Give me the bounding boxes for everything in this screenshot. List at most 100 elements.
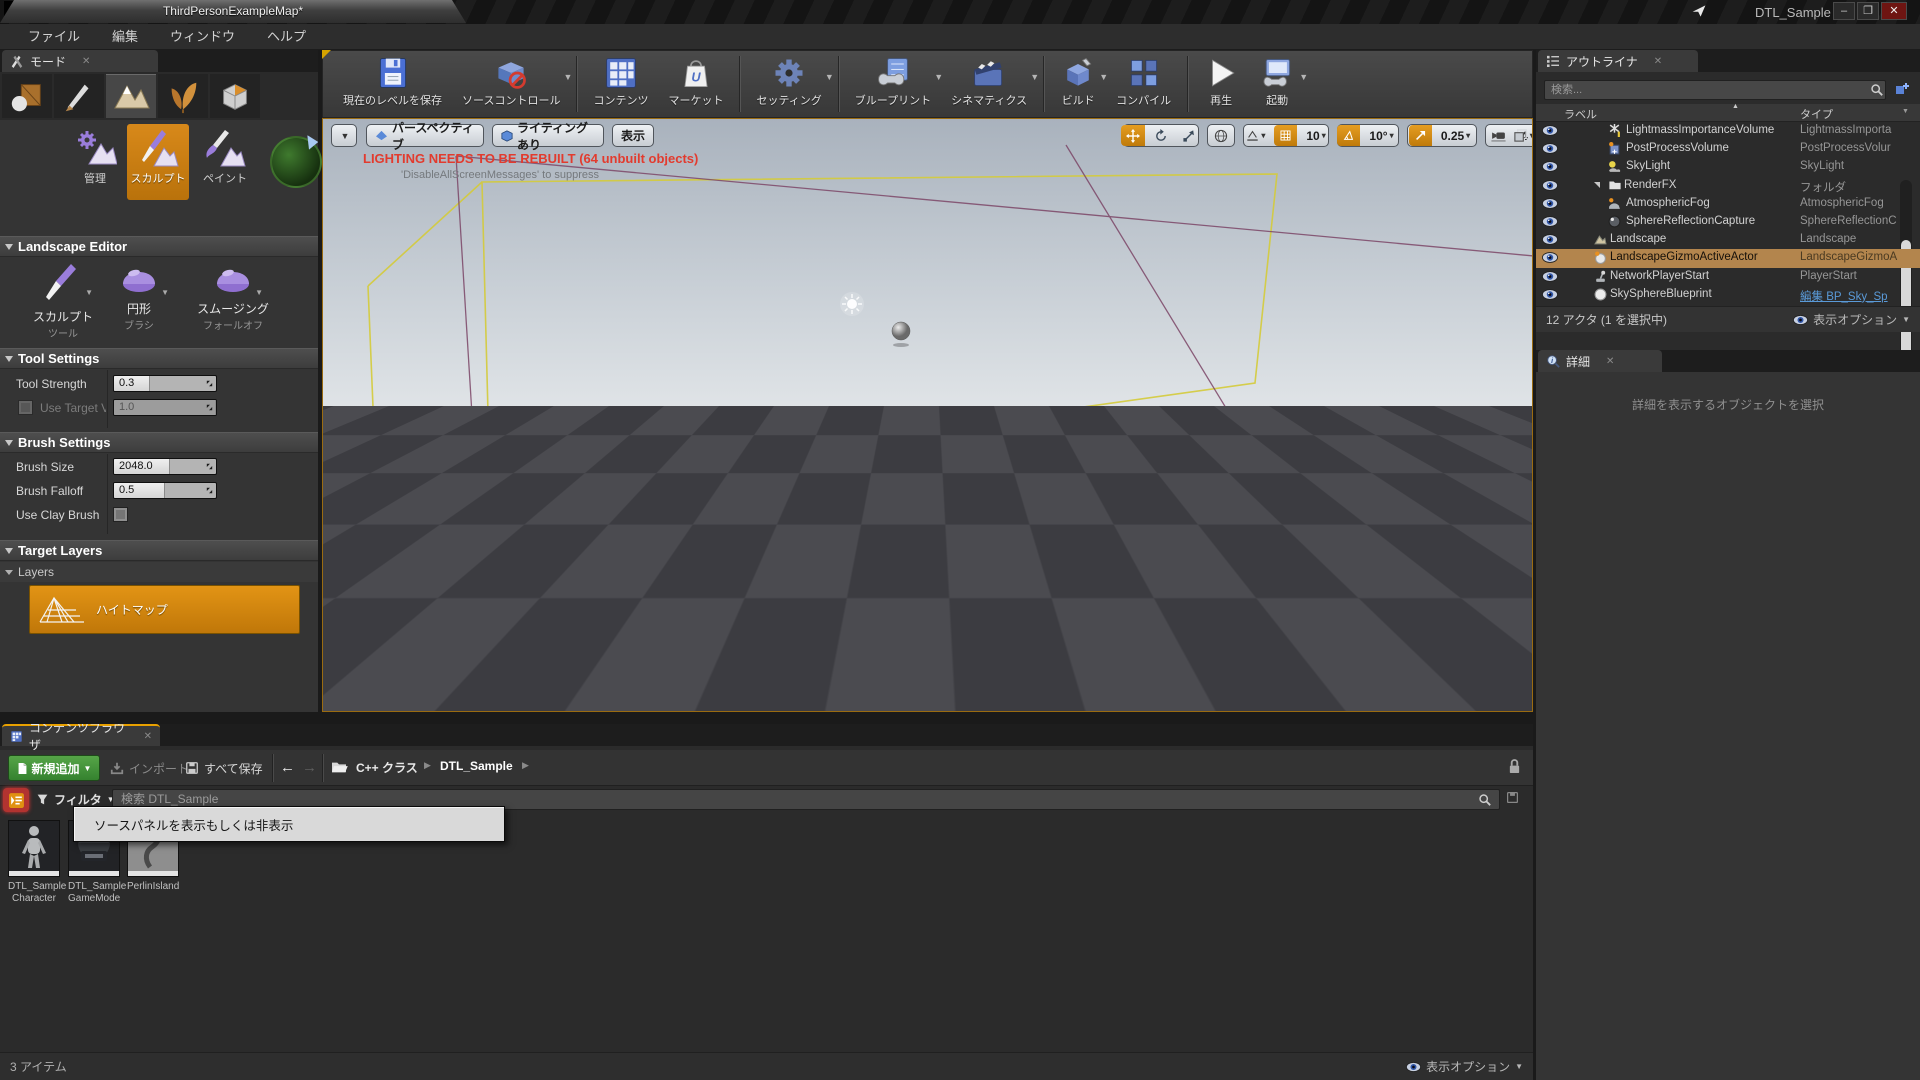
outliner-row-SkyLight[interactable]: SkyLightSkyLight xyxy=(1536,158,1920,176)
save-search-icon[interactable] xyxy=(1506,791,1519,804)
outliner-search-input[interactable]: 検索... xyxy=(1544,80,1886,100)
close-button[interactable]: ✕ xyxy=(1881,2,1907,20)
outliner-row-SkySphereBlueprint[interactable]: SkySphereBlueprint編集 BP_Sky_Sp xyxy=(1536,286,1920,304)
outliner-view-options[interactable]: 表示オプション▼ xyxy=(1793,311,1910,328)
menu-ファイル[interactable]: ファイル xyxy=(12,24,96,49)
viewport[interactable]: Y ? ▼ パースペクティブ ライティングあり 表示 xyxy=(322,118,1533,712)
outliner-header[interactable]: ラベル ▲ タイプ ▼ xyxy=(1536,104,1920,122)
value-slider[interactable]: 0.3 xyxy=(113,375,217,392)
asset-DTL_SampleCharacter[interactable]: DTL_SampleCharacter xyxy=(8,820,60,905)
visibility-eye-icon[interactable] xyxy=(1542,252,1558,263)
toolbar-play-button[interactable]: 再生 xyxy=(1194,54,1248,108)
import-button[interactable]: インポート xyxy=(110,755,189,781)
landscape-tool-falloff[interactable]: ▼スムージングフォールオフ xyxy=(178,262,288,332)
panel-splitter[interactable] xyxy=(1533,50,1536,1080)
checkbox[interactable] xyxy=(18,400,33,415)
scale-snap-value[interactable]: 0.25▾ xyxy=(1436,125,1475,146)
value-slider[interactable]: 2048.0 xyxy=(113,458,217,475)
outliner-row-LightmassImportanceVolume[interactable]: LightmassImportanceVolumeLightmassImport… xyxy=(1536,122,1920,140)
toolbar-blueprints-button[interactable]: ▼ブループリント xyxy=(845,54,941,108)
target-layers-header[interactable]: Target Layers xyxy=(0,540,318,561)
visibility-eye-icon[interactable] xyxy=(1542,180,1558,191)
tab-outliner[interactable]: アウトライナ✕ xyxy=(1538,50,1698,72)
outliner-row-RenderFX[interactable]: RenderFXフォルダ xyxy=(1536,177,1920,195)
checkbox[interactable] xyxy=(113,507,128,522)
close-icon[interactable]: ✕ xyxy=(1654,56,1662,67)
landscape-tool-brush[interactable]: ▼円形ブラシ xyxy=(108,262,170,332)
dropdown-icon[interactable]: ▼ xyxy=(85,288,93,297)
surface-snap-icon[interactable]: ▾ xyxy=(1241,125,1270,146)
brush-settings-header[interactable]: Brush Settings xyxy=(0,432,318,453)
back-arrow-icon[interactable]: ← xyxy=(280,759,295,776)
toolbar-cinematics-button[interactable]: ▼シネマティクス xyxy=(941,54,1037,108)
save-all-button[interactable]: すべて保存 xyxy=(185,755,263,781)
dropdown-icon[interactable]: ▼ xyxy=(1299,72,1308,82)
world-local-toggle[interactable] xyxy=(1207,124,1235,147)
layers-subheader[interactable]: Layers xyxy=(0,562,318,582)
rotation-snap-value[interactable]: 10°▾ xyxy=(1364,125,1398,146)
scale-snap-control[interactable]: 0.25▾ xyxy=(1407,124,1477,147)
mode-tab-placement-mode[interactable] xyxy=(2,74,52,118)
outliner-row-SphereReflectionCapture[interactable]: SphereReflectionCaptureSphereReflectionC xyxy=(1536,213,1920,231)
toolbar-build-button[interactable]: ▼ビルド xyxy=(1050,54,1106,108)
edit-blueprint-link[interactable]: 編集 BP_Sky_Sp xyxy=(1800,288,1912,304)
visibility-eye-icon[interactable] xyxy=(1542,271,1558,282)
submode-paint[interactable]: ペイント xyxy=(194,124,256,200)
outliner-row-LandscapeGizmoActiveActor[interactable]: LandscapeGizmoActiveActorLandscapeGizmoA xyxy=(1536,249,1920,267)
show-button[interactable]: 表示 xyxy=(612,124,654,147)
breadcrumb-cpp-classes[interactable]: C++ クラス xyxy=(356,759,418,776)
toolbar-settings-button[interactable]: ▼セッティング xyxy=(746,54,831,108)
grid-snap-icon[interactable] xyxy=(1274,125,1297,146)
menu-編集[interactable]: 編集 xyxy=(96,24,154,49)
value-slider[interactable]: 0.5 xyxy=(113,482,217,499)
lit-mode-button[interactable]: ライティングあり xyxy=(492,124,604,147)
viewport-options-dropdown[interactable]: ▼ xyxy=(331,124,357,147)
menu-ウィンドウ[interactable]: ウィンドウ xyxy=(154,24,251,49)
scale-snap-icon[interactable] xyxy=(1409,125,1432,146)
outliner-row-AtmosphericFog[interactable]: AtmosphericFogAtmosphericFog xyxy=(1536,195,1920,213)
toolbar-content-button[interactable]: コンテンツ xyxy=(583,54,658,108)
close-icon[interactable]: ✕ xyxy=(82,56,90,67)
value-slider[interactable]: 1.0 xyxy=(113,399,217,416)
tab-details[interactable]: i 詳細✕ xyxy=(1538,350,1662,372)
tool-settings-header[interactable]: Tool Settings xyxy=(0,348,318,369)
visibility-eye-icon[interactable] xyxy=(1542,289,1558,300)
mode-tab-foliage-mode[interactable] xyxy=(158,74,208,118)
content-view-options[interactable]: 表示オプション▼ xyxy=(1406,1058,1523,1075)
add-actor-icon[interactable] xyxy=(1894,81,1910,97)
toolbar-save-button[interactable]: 現在のレベルを保存 xyxy=(333,54,452,108)
breadcrumb-dtl-sample[interactable]: DTL_Sample xyxy=(440,759,513,773)
toolbar-compile-button[interactable]: コンパイル xyxy=(1106,54,1181,108)
rotate-tool-icon[interactable] xyxy=(1149,125,1173,146)
outliner-row-PostProcessVolume[interactable]: PostProcessVolumePostProcessVolur xyxy=(1536,140,1920,158)
visibility-eye-icon[interactable] xyxy=(1542,143,1558,154)
visibility-eye-icon[interactable] xyxy=(1542,216,1558,227)
scale-tool-icon[interactable] xyxy=(1177,125,1201,146)
visibility-eye-icon[interactable] xyxy=(1542,234,1558,245)
tab-modes[interactable]: モード ✕ xyxy=(2,50,158,72)
mode-tab-geometry-mode[interactable] xyxy=(210,74,260,118)
close-icon[interactable]: ✕ xyxy=(144,731,152,742)
landscape-editor-header[interactable]: Landscape Editor xyxy=(0,236,318,257)
grid-snap-control[interactable]: ▾ 10▾ xyxy=(1243,124,1329,147)
outliner-row-Landscape[interactable]: LandscapeLandscape xyxy=(1536,231,1920,249)
heightmap-layer[interactable]: ハイトマップ xyxy=(29,585,300,634)
send-feedback-icon[interactable] xyxy=(1690,3,1708,19)
transform-tools[interactable] xyxy=(1123,124,1199,147)
submode-manage[interactable]: 管理 xyxy=(64,124,126,200)
rotation-snap-icon[interactable] xyxy=(1337,125,1360,146)
breadcrumb-arrow-icon[interactable]: ▶ xyxy=(522,760,529,771)
panel-splitter[interactable] xyxy=(0,712,1533,724)
dropdown-icon[interactable]: ▼ xyxy=(161,288,169,297)
submode-sculpt[interactable]: スカルプト xyxy=(127,124,189,200)
expander-icon[interactable] xyxy=(1594,182,1600,188)
tab-content-browser[interactable]: コンテンツブラウザ✕ xyxy=(2,724,160,746)
landscape-tool-sculpt[interactable]: ▼スカルプトツール xyxy=(28,262,98,340)
visibility-eye-icon[interactable] xyxy=(1542,125,1558,136)
restore-button[interactable]: ❐ xyxy=(1857,2,1879,20)
move-tool-icon[interactable] xyxy=(1121,125,1145,146)
toolbar-source-control-button[interactable]: ▼ソースコントロール xyxy=(452,54,570,108)
outliner-row-NetworkPlayerStart[interactable]: NetworkPlayerStartPlayerStart xyxy=(1536,268,1920,286)
minimize-button[interactable]: – xyxy=(1833,2,1855,20)
dropdown-icon[interactable]: ▼ xyxy=(825,72,834,82)
